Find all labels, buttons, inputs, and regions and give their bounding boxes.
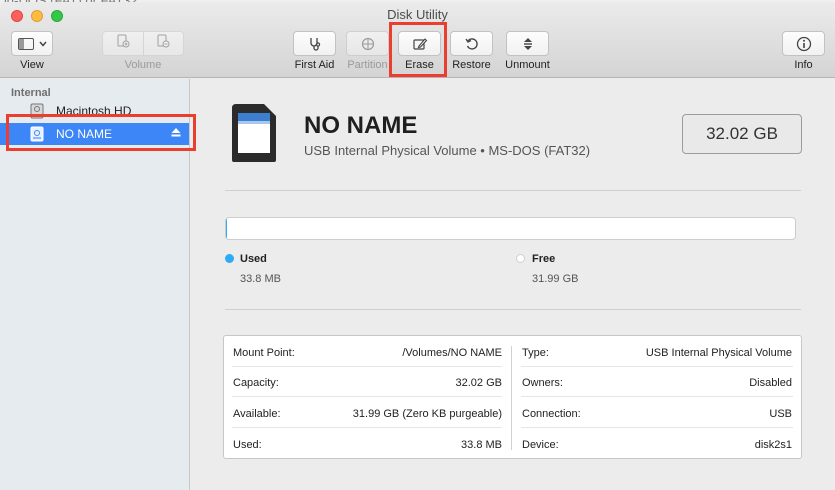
info-key: Connection: <box>522 408 581 420</box>
info-value: /Volumes/NO NAME <box>402 347 502 359</box>
remove-volume-button[interactable] <box>142 32 184 55</box>
volume-remove-icon <box>156 34 170 53</box>
info-key: Type: <box>522 347 549 359</box>
divider <box>225 190 801 191</box>
disk-subtitle: USB Internal Physical Volume • MS-DOS (F… <box>304 143 591 158</box>
erase-highlight-box <box>389 22 447 77</box>
divider <box>225 309 801 310</box>
info-key: Available: <box>233 408 281 420</box>
disk-capacity-badge: 32.02 GB <box>682 114 802 154</box>
info-row-owners: Owners: Disabled <box>522 377 792 407</box>
chevron-down-icon <box>38 41 47 47</box>
sidebar-section-internal: Internal <box>11 87 51 99</box>
main-content: NO NAME USB Internal Physical Volume • M… <box>191 79 835 490</box>
partition-label: Partition <box>347 59 388 71</box>
used-legend-dot <box>225 254 234 263</box>
restore-button[interactable] <box>450 31 493 56</box>
pie-partition-icon <box>361 37 375 51</box>
usage-bar-used <box>226 218 227 239</box>
view-label: View <box>20 59 44 71</box>
info-row-connection: Connection: USB <box>522 408 792 438</box>
info-icon <box>796 36 812 52</box>
info-value: Disabled <box>749 377 792 389</box>
info-row-used: Used: 33.8 MB <box>233 439 502 469</box>
unmount-button[interactable] <box>506 31 549 56</box>
volume-add-icon <box>116 34 130 53</box>
info-row-device: Device: disk2s1 <box>522 439 792 469</box>
unmount-label: Unmount <box>505 59 550 71</box>
usage-bar <box>225 217 796 240</box>
free-legend-value: 31.99 GB <box>532 273 579 285</box>
window-title: Disk Utility <box>387 7 448 22</box>
info-value: USB <box>769 408 792 420</box>
first-aid-label: First Aid <box>294 59 335 71</box>
stethoscope-icon <box>307 36 323 52</box>
first-aid-button[interactable] <box>293 31 336 56</box>
disk-utility-window: Disk Utility View Volume First Aid Parti… <box>0 2 835 490</box>
info-column-divider <box>511 346 512 450</box>
info-label: Info <box>794 59 813 71</box>
used-legend-value: 33.8 MB <box>240 273 281 285</box>
free-legend-dot <box>516 254 525 263</box>
sd-card-icon <box>230 102 278 169</box>
free-legend-label: Free <box>532 253 556 265</box>
info-key: Used: <box>233 439 262 451</box>
no-name-highlight-box <box>6 114 196 151</box>
info-value: 32.02 GB <box>455 377 502 389</box>
info-value: USB Internal Physical Volume <box>645 347 792 359</box>
info-key: Mount Point: <box>233 347 295 359</box>
volume-segmented-control[interactable] <box>102 31 184 56</box>
info-table: Mount Point: /Volumes/NO NAME Capacity: … <box>223 335 802 459</box>
info-button[interactable] <box>782 31 825 56</box>
info-row-mount-point: Mount Point: /Volumes/NO NAME <box>233 347 502 377</box>
info-value: 33.8 MB <box>461 439 502 451</box>
partition-button[interactable] <box>346 31 389 56</box>
disk-name: NO NAME <box>304 112 418 139</box>
info-value: disk2s1 <box>754 439 792 451</box>
restore-icon <box>464 37 479 51</box>
info-row-type: Type: USB Internal Physical Volume <box>522 347 792 377</box>
used-legend-label: Used <box>240 253 267 265</box>
info-key: Capacity: <box>233 377 279 389</box>
volume-label: Volume <box>124 59 162 71</box>
restore-label: Restore <box>452 59 491 71</box>
view-button[interactable] <box>11 31 53 56</box>
unmount-icon <box>522 37 534 51</box>
info-key: Owners: <box>522 377 563 389</box>
info-row-capacity: Capacity: 32.02 GB <box>233 377 502 407</box>
info-key: Device: <box>522 439 559 451</box>
sidebar-toggle-icon <box>17 37 34 50</box>
info-value: 31.99 GB (Zero KB purgeable) <box>352 408 502 420</box>
info-row-available: Available: 31.99 GB (Zero KB purgeable) <box>233 408 502 438</box>
add-volume-button[interactable] <box>103 32 143 55</box>
